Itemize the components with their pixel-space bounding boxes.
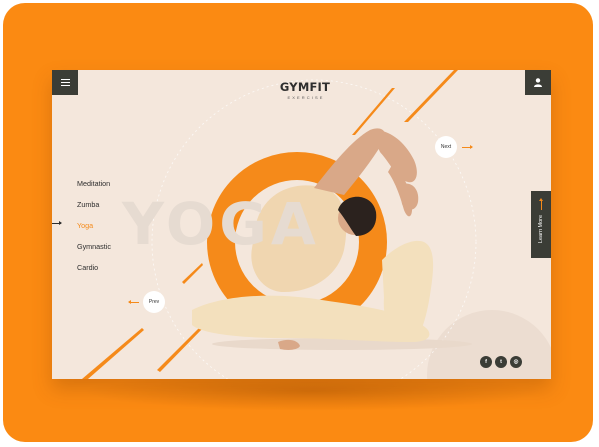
user-button[interactable] <box>525 70 551 95</box>
hero-card: YOGA GYMFIT EXERCISE Meditation Zumba Yo… <box>52 70 551 379</box>
nav-item-cardio[interactable]: Cardio <box>77 264 111 285</box>
brand-name-main: GYM <box>279 80 310 94</box>
left-arrow-icon[interactable] <box>128 300 139 304</box>
stripe-mid-left <box>182 263 203 284</box>
nav-item-meditation[interactable]: Meditation <box>77 180 111 201</box>
prev-label: Prev <box>148 299 160 305</box>
nav-item-yoga[interactable]: Yoga <box>77 222 111 243</box>
social-links: f t ◎ <box>480 356 522 368</box>
next-label: Next <box>440 144 452 150</box>
instagram-icon[interactable]: ◎ <box>510 356 522 368</box>
learn-more-label: Learn More <box>538 214 544 243</box>
up-arrow-icon <box>539 198 543 210</box>
nav-item-zumba[interactable]: Zumba <box>77 201 111 222</box>
active-arrow-icon <box>52 221 62 225</box>
brand-tagline: EXERCISE <box>287 95 325 100</box>
category-nav: Meditation Zumba Yoga Gymnastic Cardio <box>77 180 111 285</box>
user-icon <box>534 78 542 87</box>
brand-name-accent: FIT <box>309 80 331 94</box>
hamburger-icon <box>60 79 70 80</box>
prev-button[interactable]: Prev <box>143 291 165 313</box>
stripe-bottom <box>157 325 204 372</box>
nav-item-gymnastic[interactable]: Gymnastic <box>77 243 111 264</box>
right-arrow-icon[interactable] <box>462 145 473 149</box>
twitter-icon[interactable]: t <box>495 356 507 368</box>
background-word: YOGA <box>122 190 320 258</box>
stripe-bottom-left <box>82 328 144 379</box>
outer-frame: YOGA GYMFIT EXERCISE Meditation Zumba Yo… <box>3 3 593 442</box>
facebook-icon[interactable]: f <box>480 356 492 368</box>
learn-more-button[interactable]: Learn More <box>531 191 551 258</box>
menu-button[interactable] <box>52 70 78 95</box>
next-button[interactable]: Next <box>435 136 457 158</box>
brand-logo[interactable]: GYMFIT EXERCISE <box>278 81 332 100</box>
stripe-top-right <box>404 70 458 122</box>
stripe-top <box>352 88 395 135</box>
